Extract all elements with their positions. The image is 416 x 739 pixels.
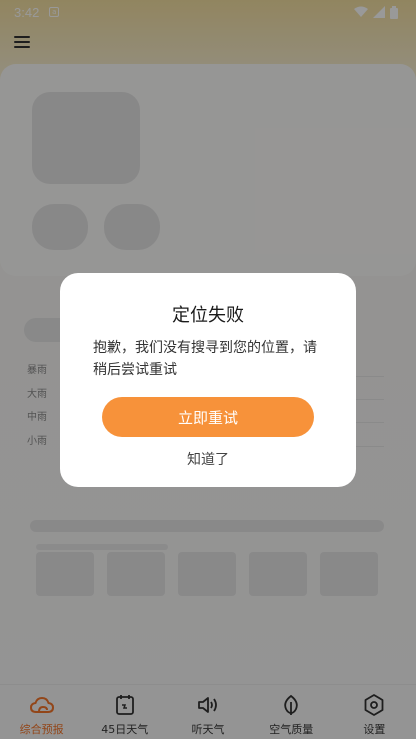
retry-button[interactable]: 立即重试 (102, 397, 314, 437)
dialog-title: 定位失败 (172, 305, 244, 326)
dismiss-button[interactable]: 知道了 (60, 449, 356, 469)
dialog-message: 抱歉，我们没有搜寻到您的位置，请稍后尝试重试 (93, 340, 317, 378)
location-failed-dialog: 定位失败 抱歉，我们没有搜寻到您的位置，请稍后尝试重试 立即重试 知道了 (60, 273, 356, 487)
